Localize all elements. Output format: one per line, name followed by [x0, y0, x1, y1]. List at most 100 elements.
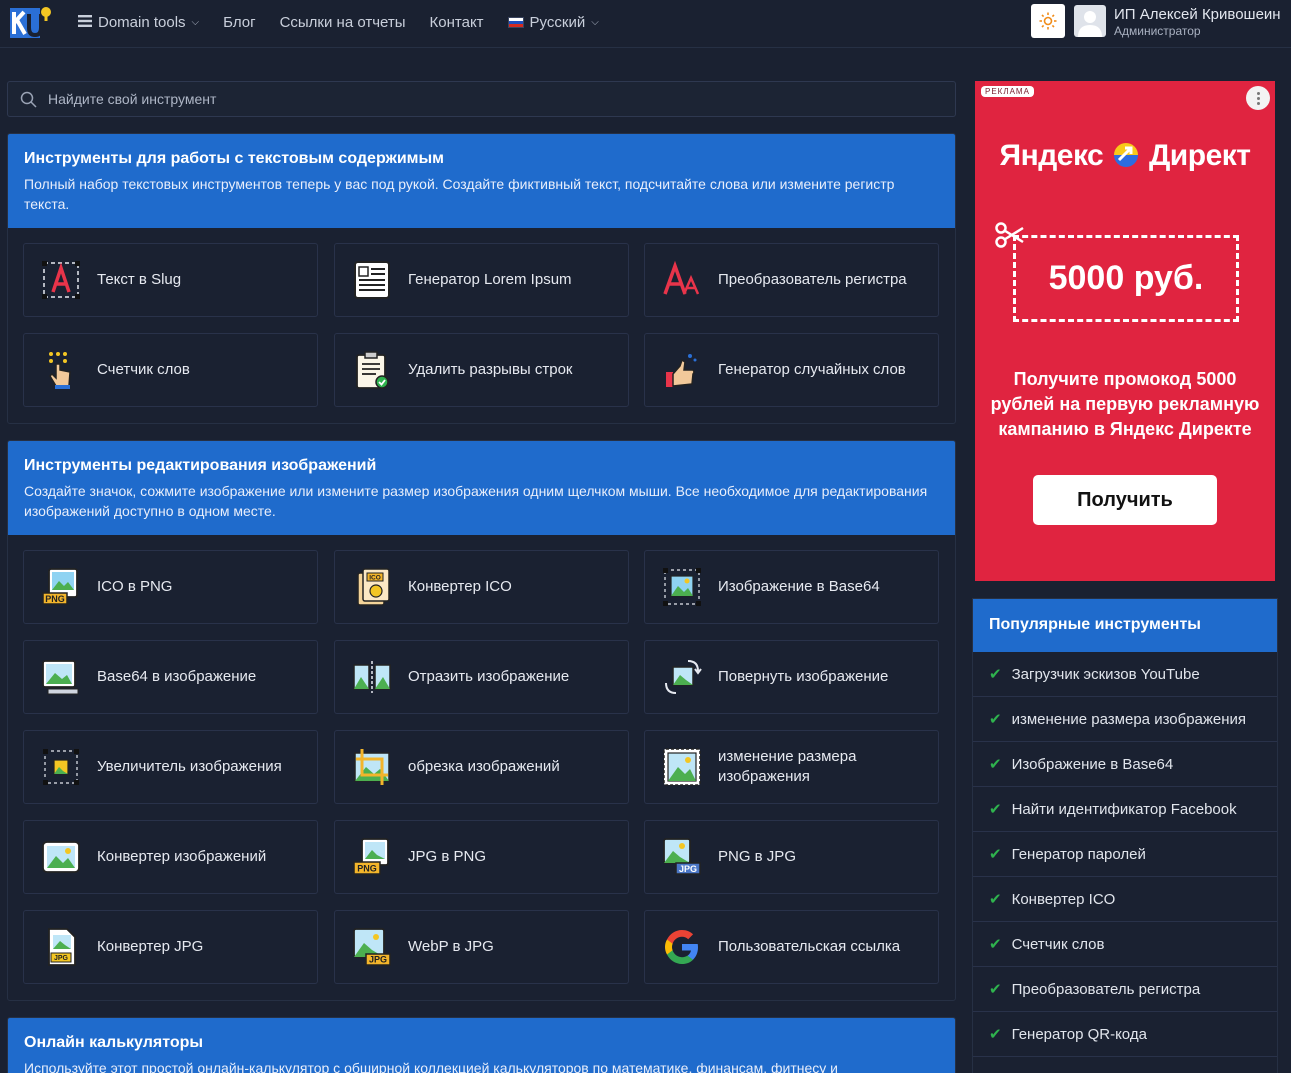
- tool-label: JPG в PNG: [408, 848, 486, 865]
- webp-to-jpg-icon: JPG: [351, 926, 393, 968]
- check-icon: ✔: [989, 936, 1002, 953]
- popular-tool-link[interactable]: ✔ Конвертер ICO: [973, 877, 1277, 922]
- tool-label: ICO в PNG: [97, 578, 173, 595]
- tool-card[interactable]: PNG JPG в PNG: [334, 820, 629, 894]
- tool-card[interactable]: Изображение в Base64: [644, 550, 939, 624]
- tool-card[interactable]: Текст в Slug: [23, 243, 318, 317]
- tool-label: Текст в Slug: [97, 271, 182, 288]
- remove-line-breaks-icon: [351, 349, 393, 391]
- section-title: Онлайн калькуляторы: [24, 1034, 204, 1051]
- tool-label: Конвертер ICO: [408, 578, 512, 595]
- top-navbar: Domain tools ⌵ Блог Ссылки на отчеты Кон…: [0, 0, 1291, 48]
- nav-reports[interactable]: Ссылки на отчеты: [280, 14, 406, 31]
- user-name[interactable]: ИП Алексей Кривошеин: [1114, 6, 1281, 23]
- search-input[interactable]: [48, 82, 938, 116]
- nav-contact-label: Контакт: [429, 13, 484, 31]
- section-header: Онлайн калькуляторы Используйте этот про…: [8, 1018, 955, 1073]
- tool-card[interactable]: Преобразователь регистра: [644, 243, 939, 317]
- tool-card[interactable]: обрезка изображений: [334, 730, 629, 804]
- lorem-ipsum-icon: [351, 259, 393, 301]
- flip-image-icon: [351, 656, 393, 698]
- popular-tool-link[interactable]: ✔ Преобразователь регистра: [973, 967, 1277, 1012]
- ico-to-png-icon: PNG: [40, 566, 82, 608]
- section-calculators: Онлайн калькуляторы Используйте этот про…: [7, 1017, 956, 1073]
- crop-image-icon: [351, 746, 393, 788]
- ad-banner[interactable]: РЕКЛАМА Яндекс Директ 5000 руб. Получите…: [975, 81, 1275, 581]
- tool-label: Счетчик слов: [97, 361, 190, 378]
- tool-label: Конвертер изображений: [97, 848, 267, 865]
- tool-search: [7, 81, 956, 117]
- tool-label: Генератор Lorem Ipsum: [408, 271, 572, 288]
- tool-label: Генератор случайных слов: [718, 361, 906, 378]
- popular-tool-link[interactable]: ✔ Генератор QR-кода: [973, 1012, 1277, 1057]
- language-selector[interactable]: Русский ⌵: [507, 14, 599, 31]
- tool-label: Повернуть изображение: [718, 668, 889, 685]
- section-header: Инструменты для работы с текстовым содер…: [8, 134, 955, 228]
- svg-text:ICO: ICO: [369, 575, 381, 582]
- tool-card[interactable]: Конвертер изображений: [23, 820, 318, 894]
- avatar[interactable]: [1074, 5, 1106, 37]
- check-icon: ✔: [989, 891, 1002, 908]
- slug-icon: [40, 259, 82, 301]
- tool-label: Base64 в изображение: [97, 668, 257, 685]
- case-converter-icon: [661, 259, 703, 301]
- check-icon: ✔: [989, 981, 1002, 998]
- random-word-icon: [661, 349, 703, 391]
- check-icon: ✔: [989, 666, 1002, 683]
- jpg-to-png-icon: PNG: [351, 836, 393, 878]
- tool-card[interactable]: Base64 в изображение: [23, 640, 318, 714]
- tool-card[interactable]: JPG WebP в JPG: [334, 910, 629, 984]
- tool-card[interactable]: изменение размера изображения: [644, 730, 939, 804]
- ad-get-button[interactable]: Получить: [1033, 475, 1217, 525]
- tool-card[interactable]: JPG Конвертер JPG: [23, 910, 318, 984]
- site-logo[interactable]: [8, 4, 52, 40]
- tool-label: изменение размера изображения: [718, 748, 857, 785]
- popular-tool-link[interactable]: ✔ изменение размера изображения: [973, 697, 1277, 742]
- tool-card[interactable]: Повернуть изображение: [644, 640, 939, 714]
- svg-text:PNG: PNG: [45, 594, 65, 604]
- ad-menu-button[interactable]: [1246, 86, 1270, 110]
- section-header: Инструменты редактирования изображений С…: [8, 441, 955, 535]
- section-text-tools: Инструменты для работы с текстовым содер…: [7, 133, 956, 424]
- popular-tool-link[interactable]: ✔ Счетчик слов: [973, 922, 1277, 967]
- tool-card[interactable]: PNG ICO в PNG: [23, 550, 318, 624]
- tool-card[interactable]: Отразить изображение: [334, 640, 629, 714]
- popular-tool-link[interactable]: ✔ Загрузчик эскизов YouTube: [973, 652, 1277, 697]
- nav-contact[interactable]: Контакт: [430, 14, 484, 31]
- ad-text: Получите промокод 5000 рублей на первую …: [990, 369, 1260, 439]
- tool-card[interactable]: Генератор случайных слов: [644, 333, 939, 407]
- section-title: Инструменты редактирования изображений: [24, 457, 377, 474]
- yandex-direct-logo-icon: [1114, 143, 1139, 167]
- popular-tool-label: Генератор паролей: [1011, 845, 1146, 863]
- popular-tools-title: Популярные инструменты: [973, 599, 1277, 652]
- ad-brand: Яндекс Директ: [975, 139, 1275, 173]
- rotate-image-icon: [661, 656, 703, 698]
- popular-tool-label: Счетчик слов: [1011, 935, 1105, 953]
- tool-card[interactable]: Удалить разрывы строк: [334, 333, 629, 407]
- tool-label: Изображение в Base64: [718, 578, 880, 595]
- check-icon: ✔: [989, 756, 1002, 773]
- search-icon: [20, 91, 37, 113]
- tool-card[interactable]: Счетчик слов: [23, 333, 318, 407]
- nav-blog[interactable]: Блог: [223, 14, 255, 31]
- main-nav: Domain tools ⌵ Блог Ссылки на отчеты Кон…: [78, 0, 623, 44]
- tool-card[interactable]: ICO Конвертер ICO: [334, 550, 629, 624]
- tool-label: Отразить изображение: [408, 668, 570, 685]
- popular-tool-link[interactable]: ✔ Генератор паролей: [973, 832, 1277, 877]
- menu-icon: [78, 14, 92, 31]
- chevron-down-icon: ⌵: [591, 16, 599, 28]
- tool-card[interactable]: Пользовательская ссылка: [644, 910, 939, 984]
- section-description: Используйте этот простой онлайн-калькуля…: [24, 1060, 838, 1073]
- tool-card[interactable]: JPG PNG в JPG: [644, 820, 939, 894]
- ad-brand-right: Директ: [1148, 139, 1251, 172]
- nav-domain-tools[interactable]: Domain tools ⌵: [78, 14, 199, 31]
- tool-label: WebP в JPG: [408, 938, 494, 955]
- tool-card[interactable]: Увеличитель изображения: [23, 730, 318, 804]
- tool-card[interactable]: Генератор Lorem Ipsum: [334, 243, 629, 317]
- popular-tool-label: Найти идентификатор Facebook: [1011, 800, 1237, 818]
- popular-tool-link[interactable]: ✔ Найти идентификатор Facebook: [973, 787, 1277, 832]
- section-description: Полный набор текстовых инструментов тепе…: [24, 176, 895, 212]
- theme-toggle-button[interactable]: [1031, 4, 1065, 38]
- nav-blog-label: Блог: [223, 13, 256, 31]
- popular-tool-link[interactable]: ✔ Изображение в Base64: [973, 742, 1277, 787]
